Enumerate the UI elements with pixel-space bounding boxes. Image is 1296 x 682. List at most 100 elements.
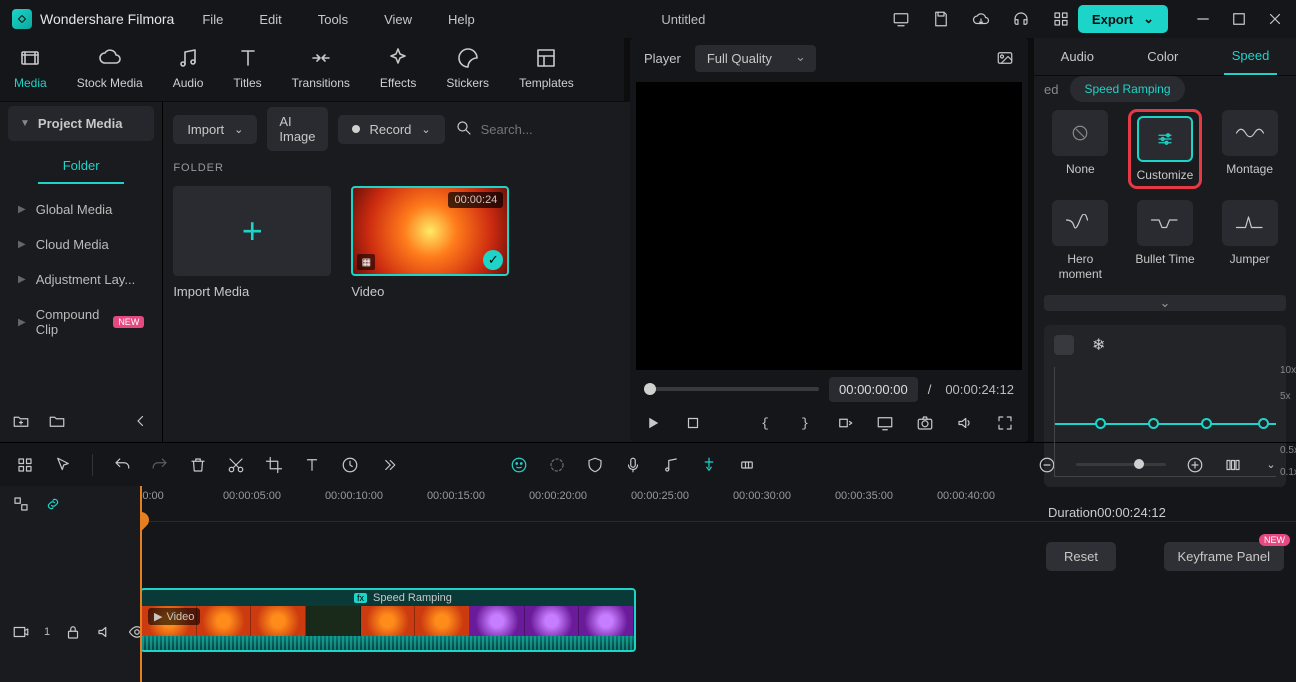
preview-viewport[interactable] <box>636 82 1022 370</box>
ramp-none[interactable]: None <box>1044 110 1117 188</box>
more-tools-icon[interactable] <box>379 456 397 474</box>
menu-view[interactable]: View <box>384 12 412 27</box>
tab-stickers[interactable]: Stickers <box>432 46 503 90</box>
record-button[interactable]: Record⌄ <box>338 115 445 144</box>
tab-stock-media[interactable]: Stock Media <box>63 46 157 90</box>
menu-edit[interactable]: Edit <box>259 12 281 27</box>
tab-templates[interactable]: Templates <box>505 46 588 90</box>
freeze-frame-icon[interactable]: ❄ <box>1092 335 1105 355</box>
mute-track-icon[interactable] <box>96 623 114 641</box>
prop-tab-speed[interactable]: Speed <box>1224 38 1278 75</box>
time-ruler[interactable]: 00:00 00:00:05:00 00:00:10:00 00:00:15:0… <box>140 486 1296 522</box>
tl-snap-icon[interactable] <box>12 495 30 513</box>
graph-keyframe[interactable] <box>1148 418 1159 429</box>
timeline-tracks[interactable]: 00:00 00:00:05:00 00:00:10:00 00:00:15:0… <box>140 486 1296 682</box>
search-wrap <box>455 119 657 140</box>
fullscreen-icon[interactable] <box>996 414 1014 432</box>
speed-tool-icon[interactable] <box>341 456 359 474</box>
stop-icon[interactable] <box>684 414 702 432</box>
seek-bar[interactable] <box>644 387 819 391</box>
video-clip[interactable]: fxSpeed Ramping ▶Video <box>140 588 636 652</box>
speed-tab-truncated[interactable]: ed <box>1044 82 1058 97</box>
tab-effects[interactable]: Effects <box>366 46 430 90</box>
shield-icon[interactable] <box>586 456 604 474</box>
ramp-customize[interactable]: Customize <box>1129 110 1202 188</box>
export-button[interactable]: Export ⌄ <box>1078 5 1168 33</box>
mic-icon[interactable] <box>624 456 642 474</box>
new-folder-icon[interactable] <box>12 412 30 430</box>
zoom-slider[interactable] <box>1076 463 1166 466</box>
tab-transitions[interactable]: Transitions <box>278 46 364 90</box>
ramp-hero-moment[interactable]: Hero moment <box>1044 200 1117 281</box>
video-tile[interactable]: 00:00:24 ▦ ✓ Video <box>351 186 509 299</box>
speed-graph[interactable]: 10x 5x 0.5x 0.1x <box>1054 367 1276 477</box>
layout-icon <box>534 46 558 70</box>
marker-tool-icon[interactable] <box>700 456 718 474</box>
cloud-icon[interactable] <box>972 10 990 28</box>
music-tool-icon[interactable] <box>662 456 680 474</box>
quality-dropdown[interactable]: Full Quality <box>695 45 816 72</box>
sidebar-adjustment-layer[interactable]: ▶Adjustment Lay... <box>0 262 162 297</box>
crop-icon[interactable] <box>265 456 283 474</box>
keyframe-tool-icon[interactable] <box>738 456 756 474</box>
sidebar-global-media[interactable]: ▶Global Media <box>0 192 162 227</box>
sidebar-folder[interactable]: Folder <box>38 149 124 184</box>
screen-icon[interactable] <box>892 10 910 28</box>
folder-link-icon[interactable] <box>48 412 66 430</box>
tab-audio[interactable]: Audio <box>159 46 218 90</box>
camera-icon[interactable] <box>916 414 934 432</box>
sidebar-cloud-media[interactable]: ▶Cloud Media <box>0 227 162 262</box>
ai-image-button[interactable]: AI Image <box>267 107 327 151</box>
chevron-right-icon: ▶ <box>18 204 26 215</box>
tl-layout-icon[interactable] <box>16 456 34 474</box>
collapse-sidebar-icon[interactable] <box>132 412 150 430</box>
graph-keyframe[interactable] <box>1258 418 1269 429</box>
redo-icon[interactable] <box>151 456 169 474</box>
tab-media[interactable]: Media <box>0 46 61 90</box>
prop-tab-color[interactable]: Color <box>1139 39 1186 74</box>
display-icon[interactable] <box>876 414 894 432</box>
ramp-toggle-a[interactable] <box>1054 335 1074 355</box>
mark-in-icon[interactable]: { <box>756 414 774 432</box>
mark-out-icon[interactable]: } <box>796 414 814 432</box>
ramp-jumper[interactable]: Jumper <box>1213 200 1286 281</box>
speed-ramping-tab[interactable]: Speed Ramping <box>1070 76 1184 102</box>
apps-icon[interactable] <box>1052 10 1070 28</box>
zoom-thumb-icon[interactable] <box>1134 459 1144 469</box>
close-icon[interactable] <box>1266 10 1284 28</box>
collapse-ramps-icon[interactable]: ⌄ <box>1044 295 1286 311</box>
import-button[interactable]: Import⌄ <box>173 115 257 144</box>
tab-titles[interactable]: Titles <box>219 46 275 90</box>
save-icon[interactable] <box>932 10 950 28</box>
import-media-tile[interactable]: + Import Media <box>173 186 331 299</box>
text-tool-icon[interactable] <box>303 456 321 474</box>
play-icon[interactable] <box>644 414 662 432</box>
volume-icon[interactable] <box>956 414 974 432</box>
playhead[interactable] <box>140 486 142 682</box>
minimize-icon[interactable] <box>1194 10 1212 28</box>
sidebar-compound-clip[interactable]: ▶Compound ClipNEW <box>0 297 162 347</box>
seek-thumb-icon[interactable] <box>644 383 656 395</box>
prop-tab-audio[interactable]: Audio <box>1053 39 1102 74</box>
color-wheel-icon[interactable] <box>548 456 566 474</box>
menu-tools[interactable]: Tools <box>318 12 348 27</box>
cut-icon[interactable] <box>227 456 245 474</box>
snapshot-icon[interactable] <box>996 49 1014 67</box>
menu-help[interactable]: Help <box>448 12 475 27</box>
ramp-montage[interactable]: Montage <box>1213 110 1286 188</box>
tl-link-icon[interactable] <box>44 495 62 513</box>
ramp-bullet-time[interactable]: Bullet Time <box>1129 200 1202 281</box>
menu-file[interactable]: File <box>202 12 223 27</box>
delete-icon[interactable] <box>189 456 207 474</box>
tl-cursor-icon[interactable] <box>54 456 72 474</box>
sidebar-project-media[interactable]: ▼ Project Media <box>8 106 154 141</box>
undo-icon[interactable] <box>113 456 131 474</box>
lock-track-icon[interactable] <box>64 623 82 641</box>
maximize-icon[interactable] <box>1230 10 1248 28</box>
ratio-icon[interactable] <box>836 414 854 432</box>
video-track-icon[interactable] <box>12 623 30 641</box>
graph-keyframe[interactable] <box>1095 418 1106 429</box>
graph-keyframe[interactable] <box>1201 418 1212 429</box>
support-icon[interactable] <box>1012 10 1030 28</box>
ai-face-icon[interactable] <box>510 456 528 474</box>
